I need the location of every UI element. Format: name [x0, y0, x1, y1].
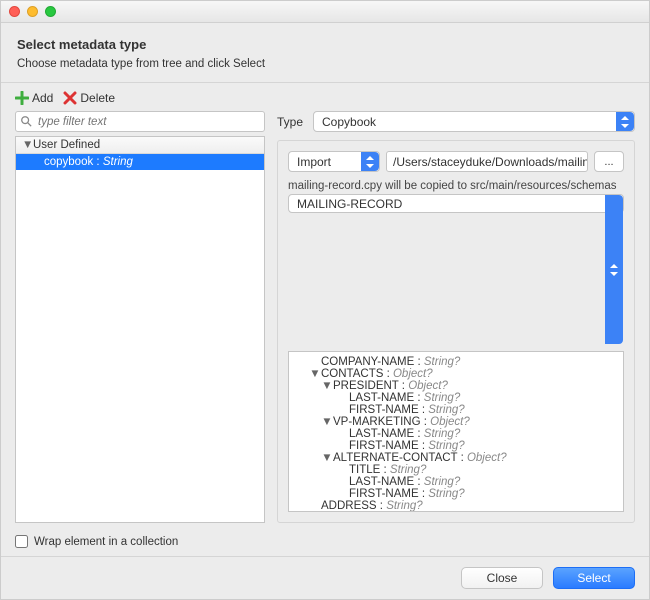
plus-icon: [15, 91, 29, 105]
updown-icon: [605, 195, 623, 344]
schema-node[interactable]: FIRST-NAME : String?: [289, 440, 623, 452]
schema-node-name: FIRST-NAME :: [349, 404, 428, 416]
schema-node[interactable]: ADDRESS : String?: [289, 500, 623, 512]
schema-node[interactable]: ▼VP-MARKETING : Object?: [289, 416, 623, 428]
type-select-value: Copybook: [322, 115, 376, 129]
wrap-checkbox-row: Wrap element in a collection: [1, 533, 649, 556]
updown-icon: [616, 112, 634, 131]
schema-node[interactable]: ▼PRESIDENT : Object?: [289, 380, 623, 392]
schema-node-name: LAST-NAME :: [349, 392, 424, 404]
x-icon: [63, 91, 77, 105]
chevron-down-icon: ▼: [309, 368, 321, 380]
tree-root-row[interactable]: ▼ User Defined: [16, 137, 264, 154]
zoom-window-icon[interactable]: [45, 6, 56, 17]
path-value: /Users/staceyduke/Downloads/mailing-: [393, 155, 588, 169]
schema-node-type: String?: [424, 356, 460, 368]
right-column: Type Copybook Import /Use: [277, 111, 635, 523]
schema-node[interactable]: TITLE : String?: [289, 464, 623, 476]
schema-node[interactable]: LAST-NAME : String?: [289, 476, 623, 488]
schema-node[interactable]: ▼CONTACTS : Object?: [289, 368, 623, 380]
delete-button[interactable]: Delete: [63, 91, 115, 105]
dialog-header: Select metadata type Choose metadata typ…: [1, 23, 649, 83]
schema-node-name: ALTERNATE-CONTACT :: [333, 452, 467, 464]
window-titlebar: [1, 1, 649, 23]
schema-node[interactable]: FIRST-NAME : String?: [289, 488, 623, 500]
search-icon: [20, 115, 32, 127]
info-text: mailing-record.cpy will be copied to src…: [288, 180, 624, 192]
add-button[interactable]: Add: [15, 91, 53, 105]
type-label: Type: [277, 115, 303, 129]
minimize-window-icon[interactable]: [27, 6, 38, 17]
updown-icon: [361, 152, 379, 171]
tree-item-type: String: [103, 156, 133, 168]
toolbar: Add Delete: [1, 83, 649, 111]
schema-node-name: ADDRESS :: [321, 500, 386, 512]
schema-node-name: PRESIDENT :: [333, 380, 408, 392]
import-row: Import /Users/staceyduke/Downloads/maili…: [288, 151, 624, 172]
schema-node-type: String?: [386, 500, 422, 512]
schema-node-type: String?: [428, 440, 464, 452]
schema-node-type: String?: [390, 464, 426, 476]
schema-node[interactable]: LAST-NAME : String?: [289, 392, 623, 404]
schema-node-type: String?: [424, 428, 460, 440]
schema-node-name: FIRST-NAME :: [349, 488, 428, 500]
type-row: Type Copybook: [277, 111, 635, 132]
import-select-value: Import: [297, 155, 331, 169]
delete-button-label: Delete: [80, 91, 115, 105]
tree-item-name: copybook: [44, 156, 93, 168]
schema-node[interactable]: LAST-NAME : String?: [289, 428, 623, 440]
schema-node-name: FIRST-NAME :: [349, 440, 428, 452]
schema-tree[interactable]: COMPANY-NAME : String?▼CONTACTS : Object…: [288, 351, 624, 512]
add-button-label: Add: [32, 91, 53, 105]
wrap-checkbox[interactable]: [15, 535, 28, 548]
close-button-label: Close: [487, 571, 518, 585]
tree-item[interactable]: copybook : String: [16, 154, 264, 170]
schema-node-name: VP-MARKETING :: [333, 416, 430, 428]
select-button-label: Select: [577, 571, 610, 585]
chevron-down-icon: ▼: [321, 416, 333, 428]
close-window-icon[interactable]: [9, 6, 20, 17]
metadata-tree[interactable]: ▼ User Defined copybook : String: [15, 136, 265, 523]
wrap-checkbox-label: Wrap element in a collection: [34, 536, 178, 548]
schema-node-name: LAST-NAME :: [349, 476, 424, 488]
record-select-value: MAILING-RECORD: [297, 197, 402, 211]
import-select[interactable]: Import: [288, 151, 380, 172]
browse-button-label: ...: [604, 156, 613, 168]
schema-node-type: Object?: [467, 452, 507, 464]
schema-node-name: LAST-NAME :: [349, 428, 424, 440]
schema-node-type: Object?: [393, 368, 433, 380]
filter-input[interactable]: [15, 111, 265, 132]
schema-node[interactable]: ▼ALTERNATE-CONTACT : Object?: [289, 452, 623, 464]
dialog-subtitle: Choose metadata type from tree and click…: [17, 58, 633, 70]
dialog-footer: Close Select: [1, 556, 649, 599]
schema-node[interactable]: FIRST-NAME : String?: [289, 404, 623, 416]
type-select[interactable]: Copybook: [313, 111, 635, 132]
main-area: ▼ User Defined copybook : String Type Co…: [1, 111, 649, 533]
browse-button[interactable]: ...: [594, 151, 624, 172]
window-controls: [9, 6, 56, 17]
tree-root-label: User Defined: [33, 139, 100, 151]
chevron-down-icon: ▼: [22, 139, 32, 151]
record-select[interactable]: MAILING-RECORD: [288, 194, 624, 345]
schema-node[interactable]: COMPANY-NAME : String?: [289, 356, 623, 368]
chevron-down-icon: ▼: [321, 452, 333, 464]
schema-node-type: Object?: [430, 416, 470, 428]
schema-node-name: TITLE :: [349, 464, 390, 476]
schema-node-type: String?: [424, 392, 460, 404]
schema-node-type: Object?: [408, 380, 448, 392]
path-input[interactable]: /Users/staceyduke/Downloads/mailing-: [386, 151, 588, 172]
select-button[interactable]: Select: [553, 567, 635, 589]
schema-node-type: String?: [424, 476, 460, 488]
chevron-down-icon: ▼: [321, 380, 333, 392]
details-panel: Import /Users/staceyduke/Downloads/maili…: [277, 140, 635, 523]
schema-node-name: CONTACTS :: [321, 368, 393, 380]
dialog-title: Select metadata type: [17, 37, 633, 52]
filter-box: [15, 111, 265, 132]
schema-node-type: String?: [428, 488, 464, 500]
left-column: ▼ User Defined copybook : String: [15, 111, 265, 523]
schema-node-name: COMPANY-NAME :: [321, 356, 424, 368]
schema-node-type: String?: [428, 404, 464, 416]
tree-item-sep: :: [93, 156, 103, 168]
close-button[interactable]: Close: [461, 567, 543, 589]
